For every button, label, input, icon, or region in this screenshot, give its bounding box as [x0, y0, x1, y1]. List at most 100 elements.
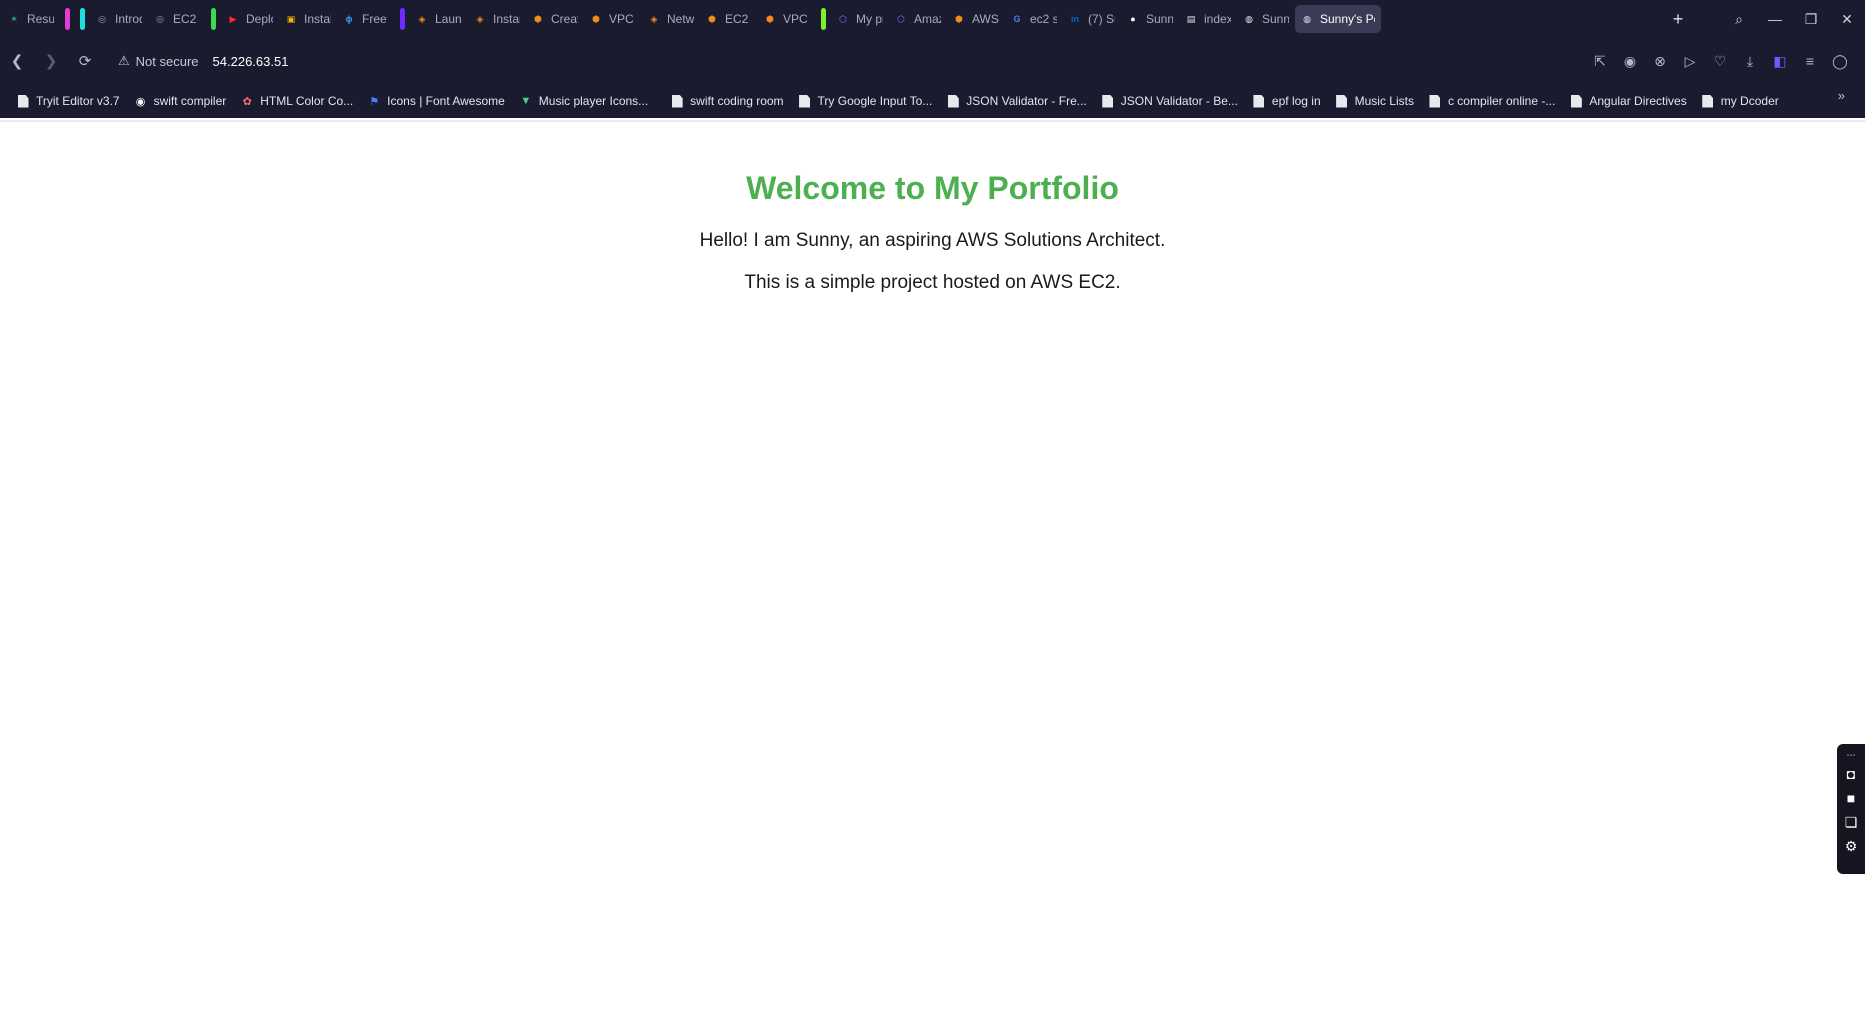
palette-icon: ✿	[242, 95, 252, 108]
file-icon	[670, 94, 684, 108]
tab[interactable]: ⬢ VPC | a	[584, 5, 642, 33]
bookmark-label: Tryit Editor v3.7	[36, 94, 120, 108]
video-record-icon[interactable]: ■	[1840, 786, 1862, 810]
bookmark-item[interactable]: JSON Validator - Fre...	[940, 88, 1092, 114]
group-bar-purple[interactable]	[400, 8, 405, 30]
more-bookmarks-icon[interactable]: »	[1838, 88, 1845, 103]
tab-title: VPC | a	[609, 12, 636, 26]
bookmark-item[interactable]: Angular Directives	[1563, 88, 1692, 114]
sidebar-toggle-icon[interactable]: ◧	[1765, 46, 1795, 76]
menu-icon[interactable]: ≡	[1795, 46, 1825, 76]
tab[interactable]: ⬡ My pro	[831, 5, 889, 33]
globe-icon: ◍	[1245, 13, 1253, 24]
tab[interactable]: Gec2 sta	[1005, 5, 1063, 33]
search-tabs-icon[interactable]: ⌕	[1721, 0, 1757, 38]
tab[interactable]: ⬡ Amazo	[889, 5, 947, 33]
warning-icon[interactable]: ⚠	[118, 53, 130, 69]
file-icon	[16, 94, 30, 108]
tab[interactable]: ▣ Install a	[279, 5, 337, 33]
tab[interactable]: ⬢ EC2 Ins	[700, 5, 758, 33]
tab[interactable]: ⬢ VPC | a	[758, 5, 816, 33]
aws-cube-icon: ⬢	[708, 13, 716, 24]
github-icon: ●	[1130, 14, 1136, 24]
share-icon[interactable]: ⇱	[1585, 46, 1615, 76]
profile-icon[interactable]: ◯	[1825, 46, 1855, 76]
tab-title: index.h	[1204, 12, 1231, 26]
bookmark-item[interactable]: JSON Validator - Be...	[1095, 88, 1244, 114]
group-bar-magenta[interactable]	[65, 8, 70, 30]
aws-icon: ◈	[650, 13, 658, 24]
tab-title: Amazo	[914, 12, 941, 26]
tab-title: My pro	[856, 12, 883, 26]
bookmark-item[interactable]: my Dcoder	[1695, 88, 1785, 114]
bookmark-item[interactable]: swift coding room	[664, 88, 789, 114]
heart-icon[interactable]: ♡	[1705, 46, 1735, 76]
toolbar-icons: ⇱ ◉ ⊗ ▷ ♡ ⤓ ◧ ≡ ◯	[1585, 38, 1855, 84]
group-bar-cyan[interactable]	[80, 8, 85, 30]
bookmark-item[interactable]: Try Google Input To...	[792, 88, 939, 114]
tab-title: Resume	[27, 12, 54, 26]
bookmark-item[interactable]: ▼ Music player Icons...	[513, 88, 654, 114]
play-icon[interactable]: ▷	[1675, 46, 1705, 76]
tab[interactable]: ◎ Introdu	[90, 5, 148, 33]
tab-title: Free Re	[362, 12, 389, 26]
forward-button[interactable]: ❯	[34, 44, 68, 78]
tab-title: AWS Pr	[972, 12, 999, 26]
leaf-icon: ✶	[10, 13, 18, 24]
tab[interactable]: ● SunnyS	[1121, 5, 1179, 33]
url-text[interactable]: 54.226.63.51	[213, 54, 289, 69]
tab[interactable]: ◈ Networ	[642, 5, 700, 33]
bookmark-item[interactable]: Music Lists	[1329, 88, 1420, 114]
tab[interactable]: ◍ Sunny	[1237, 5, 1295, 33]
tab-title: Introdu	[115, 12, 142, 26]
tab-active[interactable]: ◍ Sunny's Portfo	[1295, 5, 1381, 33]
tab[interactable]: ▤ index.h	[1179, 5, 1237, 33]
reload-button[interactable]: ⟳	[68, 44, 102, 78]
tab[interactable]: ◈ Launch	[410, 5, 468, 33]
aws-icon: ◈	[418, 13, 426, 24]
intro-text: Hello! I am Sunny, an aspiring AWS Solut…	[699, 230, 1166, 251]
file-icon	[1701, 94, 1715, 108]
address-field[interactable]: ⚠ Not secure 54.226.63.51	[110, 46, 296, 76]
close-window-button[interactable]: ✕	[1829, 0, 1865, 38]
tab[interactable]: ◈ Instanc	[468, 5, 526, 33]
bookmark-label: Music Lists	[1354, 94, 1414, 108]
bookmark-label: swift coding room	[690, 94, 784, 108]
minimize-button[interactable]: —	[1757, 0, 1793, 38]
page-content: Welcome to My Portfolio Hello! I am Sunn…	[0, 120, 1865, 1029]
group-bar-green[interactable]	[211, 8, 216, 30]
tab[interactable]: ✶ Resume	[2, 5, 60, 33]
tab[interactable]: ϕ Free Re	[337, 5, 395, 33]
download-icon[interactable]: ⤓	[1735, 46, 1765, 76]
screenshot-icon[interactable]: ◘	[1840, 762, 1862, 786]
tab[interactable]: ⬢ AWS Pr	[947, 5, 1005, 33]
back-button[interactable]: ❮	[0, 44, 34, 78]
swift-icon: ◉	[135, 95, 146, 108]
new-tab-button[interactable]: +	[1666, 7, 1690, 31]
group-bar-lime[interactable]	[821, 8, 826, 30]
bookmark-item[interactable]: ◉ swift compiler	[128, 88, 233, 114]
security-label[interactable]: Not secure	[136, 54, 199, 69]
window-capture-icon[interactable]: ❏	[1840, 810, 1862, 834]
adblock-icon[interactable]: ⊗	[1645, 46, 1675, 76]
bookmark-label: HTML Color Co...	[260, 94, 354, 108]
page-title: Welcome to My Portfolio	[746, 170, 1119, 206]
tab[interactable]: in (7) Sun	[1063, 5, 1121, 33]
bookmark-item[interactable]: ✿ HTML Color Co...	[234, 88, 359, 114]
tab-title: Install a	[304, 12, 331, 26]
camera-icon[interactable]: ◉	[1615, 46, 1645, 76]
openai-icon: ◎	[98, 13, 106, 24]
bookmark-item[interactable]: Tryit Editor v3.7	[10, 88, 126, 114]
bookmark-item[interactable]: epf log in	[1246, 88, 1327, 114]
tab[interactable]: ◎ EC2 Por	[148, 5, 206, 33]
bookmark-item[interactable]: c compiler online -...	[1422, 88, 1561, 114]
file-icon	[798, 94, 812, 108]
toolbar-more-icon[interactable]: ⋯	[1840, 748, 1862, 762]
tab[interactable]: ▶ Deploy	[221, 5, 279, 33]
settings-gear-icon[interactable]: ⚙	[1840, 834, 1862, 858]
bookmark-label: my Dcoder	[1720, 94, 1779, 108]
restore-button[interactable]: ❐	[1793, 0, 1829, 38]
bookmark-item[interactable]: ⚑ Icons | Font Awesome	[361, 88, 511, 114]
tab[interactable]: ⬢ Create	[526, 5, 584, 33]
tab-title: Launch	[435, 12, 462, 26]
